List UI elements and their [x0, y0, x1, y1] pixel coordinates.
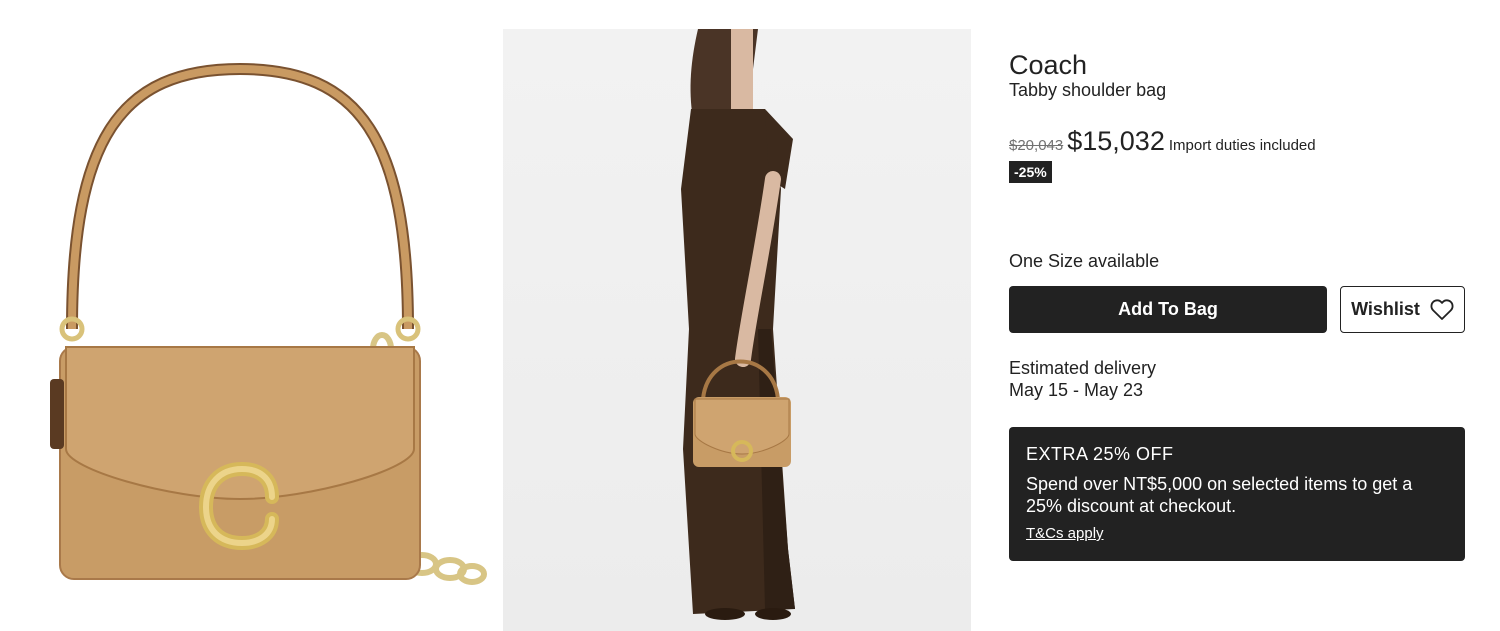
bag-illustration	[50, 62, 487, 585]
product-image-bag[interactable]	[10, 29, 487, 631]
wishlist-label: Wishlist	[1351, 299, 1420, 319]
price-row: $20,043 $15,032 Import duties included	[1009, 126, 1316, 157]
product-title: Tabby shoulder bag	[1009, 80, 1167, 100]
add-to-bag-button[interactable]: Add To Bag	[1009, 286, 1327, 333]
product-image-model[interactable]	[503, 29, 971, 631]
product-gallery	[0, 0, 990, 631]
terms-link[interactable]: T&Cs apply	[1026, 525, 1104, 542]
promo-title: EXTRA 25% OFF	[1026, 444, 1174, 464]
size-availability: One Size available	[1009, 251, 1160, 271]
wishlist-button[interactable]: Wishlist	[1340, 286, 1465, 333]
delivery-dates: May 15 - May 23	[1009, 380, 1144, 400]
promo-banner: EXTRA 25% OFF Spend over NT$5,000 on sel…	[1009, 427, 1465, 561]
sale-price: $15,032	[1067, 126, 1165, 156]
discount-badge: -25%	[1009, 161, 1052, 183]
original-price: $20,043	[1009, 137, 1064, 154]
delivery-label: Estimated delivery	[1009, 358, 1157, 378]
brand-name[interactable]: Coach	[1009, 50, 1087, 81]
model-illustration	[681, 29, 795, 620]
duties-note: Import duties included	[1168, 137, 1316, 154]
promo-text: Spend over NT$5,000 on selected items to…	[1026, 474, 1413, 516]
heart-outline-icon	[1430, 298, 1454, 320]
